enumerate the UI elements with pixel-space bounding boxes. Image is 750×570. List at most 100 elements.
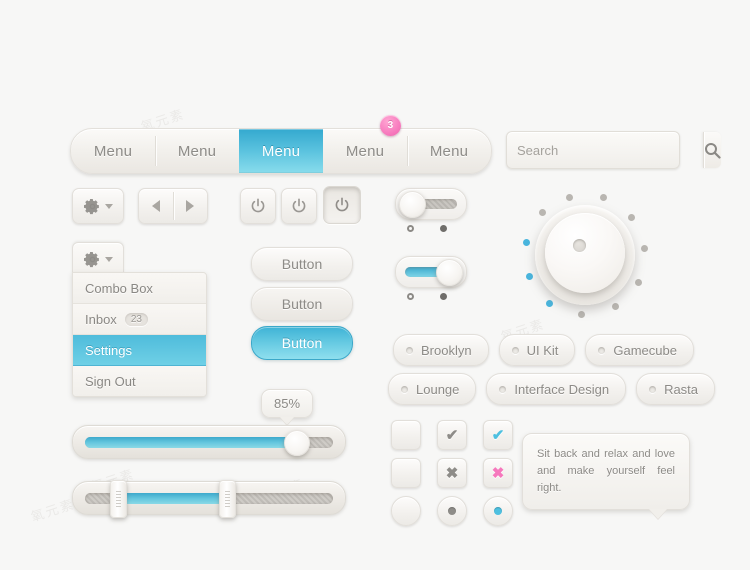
toggle-switch-off-group: [395, 188, 467, 232]
menu-item-2[interactable]: Menu: [155, 129, 239, 173]
next-button[interactable]: [173, 189, 207, 223]
check-icon: ✔: [445, 426, 459, 444]
slider-track-container[interactable]: [72, 425, 346, 459]
button-primary[interactable]: Button: [251, 326, 353, 360]
radio-empty[interactable]: [391, 496, 421, 526]
triangle-left-icon: [152, 200, 160, 212]
menu-item-4[interactable]: Menu 3: [323, 115, 407, 173]
power-button-3-pressed[interactable]: [323, 186, 361, 224]
menu-bar: Menu Menu Menu Menu 3 Menu: [70, 115, 492, 174]
radio-selected-gray[interactable]: [437, 496, 467, 526]
knob-dot-active: [522, 239, 530, 247]
dropdown-item-combo-box[interactable]: Combo Box: [73, 273, 206, 304]
knob-outer-ring[interactable]: [535, 205, 635, 305]
watermark: 氧元素: [29, 496, 77, 525]
close-icon: ✖: [445, 464, 459, 482]
knob-indicator-icon: [573, 239, 586, 252]
ui-kit-canvas: 氧元素 氧元素 氧元素 氧元素 氧元素 氧元素 氧元素 氧元素 氧元素 氧元素 …: [0, 0, 750, 570]
menu-item-1[interactable]: Menu: [71, 129, 155, 173]
range-handle-end[interactable]: [219, 480, 237, 518]
checkbox-checked-blue[interactable]: ✔: [483, 420, 513, 450]
radio-dot-icon: [494, 507, 502, 515]
knob-dot-active: [546, 300, 554, 308]
tag-hole-icon: [499, 385, 507, 393]
dropdown-item-inbox[interactable]: Inbox 23: [73, 304, 206, 335]
toggle-knob[interactable]: [436, 259, 463, 286]
slider-value-tooltip: 85%: [261, 389, 314, 418]
gear-icon: [83, 251, 99, 267]
radio-selected-blue[interactable]: [483, 496, 513, 526]
checkbox-empty[interactable]: [391, 458, 421, 488]
power-icon: [335, 197, 349, 212]
button-label: Button: [281, 296, 323, 312]
chevron-down-icon: [104, 203, 113, 209]
tag-hole-icon: [649, 385, 657, 393]
button-default[interactable]: Button: [251, 247, 353, 281]
volume-knob-group: [522, 193, 649, 319]
indicator-dot-filled-icon: [440, 293, 447, 300]
slider-value-label: 85%: [274, 396, 301, 411]
tag-lounge[interactable]: Lounge: [388, 373, 477, 405]
tag-label: Interface Design: [514, 381, 610, 397]
search-input[interactable]: [507, 132, 703, 168]
knob-face[interactable]: [545, 213, 625, 293]
dropdown-menu: Combo Box Inbox 23 Settings Sign Out: [72, 272, 207, 397]
dropdown-item-label: Combo Box: [85, 280, 153, 296]
tag-row-1: Brooklyn UI Kit Gamecube: [393, 334, 694, 366]
tag-gamecube[interactable]: Gamecube: [585, 334, 694, 366]
power-button-1[interactable]: [240, 188, 276, 224]
search-button[interactable]: [703, 132, 721, 168]
search-box: [506, 131, 721, 169]
range-slider-container[interactable]: [72, 480, 346, 518]
knob-dot-inactive: [628, 213, 636, 221]
toggle-indicator-dots: [395, 293, 467, 300]
toggle-switch-on[interactable]: [395, 256, 467, 288]
notification-badge: 3: [380, 115, 401, 136]
toggle-switch-on-group: [395, 256, 467, 300]
tag-label: Lounge: [416, 381, 460, 397]
power-button-2[interactable]: [281, 188, 317, 224]
radio-dot-icon: [448, 507, 456, 515]
prev-next-group: [138, 188, 208, 224]
range-slider-fill: [117, 493, 227, 504]
tag-brooklyn[interactable]: Brooklyn: [393, 334, 489, 366]
gear-dropdown-button[interactable]: [72, 188, 124, 224]
dropdown-item-label: Sign Out: [85, 373, 136, 389]
checkbox-checked-gray[interactable]: ✔: [437, 420, 467, 450]
inbox-count-badge: 23: [124, 312, 148, 326]
combo-box-toggle[interactable]: [72, 242, 124, 275]
indicator-dot-hollow-icon: [407, 225, 414, 232]
tag-label: UI Kit: [526, 342, 559, 358]
menu-item-label: Menu: [429, 142, 469, 160]
prev-button[interactable]: [139, 189, 173, 223]
menu-item-3-active[interactable]: Menu: [239, 129, 323, 173]
tag-interface-design[interactable]: Interface Design: [486, 373, 627, 405]
power-icon: [292, 198, 306, 213]
toggle-switch-off[interactable]: [395, 188, 467, 220]
menu-item-label: Menu: [345, 142, 385, 160]
tag-hole-icon: [598, 346, 606, 354]
dropdown-item-sign-out[interactable]: Sign Out: [73, 366, 206, 396]
tag-rasta[interactable]: Rasta: [636, 373, 716, 405]
button-hover[interactable]: Button: [251, 287, 353, 321]
gear-icon: [83, 198, 99, 214]
checkbox-empty[interactable]: [391, 420, 421, 450]
menu-item-label: Menu: [261, 142, 301, 160]
dropdown-item-settings[interactable]: Settings: [73, 335, 206, 366]
knob-dot-inactive: [578, 311, 586, 319]
knob-dot-inactive: [539, 209, 547, 217]
checkbox-x-gray[interactable]: ✖: [437, 458, 467, 488]
tag-label: Gamecube: [613, 342, 677, 358]
knob-dot-inactive: [600, 194, 608, 202]
menu-item-5[interactable]: Menu: [407, 129, 491, 173]
tag-ui-kit[interactable]: UI Kit: [498, 334, 576, 366]
toggle-knob[interactable]: [399, 191, 426, 218]
menu-item-label: Menu: [93, 142, 133, 160]
tag-hole-icon: [401, 385, 408, 393]
checkbox-x-pink[interactable]: ✖: [483, 458, 513, 488]
range-handle-start[interactable]: [110, 480, 128, 518]
slider-handle[interactable]: [283, 430, 310, 456]
check-icon: ✔: [491, 426, 505, 444]
tag-label: Brooklyn: [421, 342, 472, 358]
menu-item-label: Menu: [177, 142, 217, 160]
